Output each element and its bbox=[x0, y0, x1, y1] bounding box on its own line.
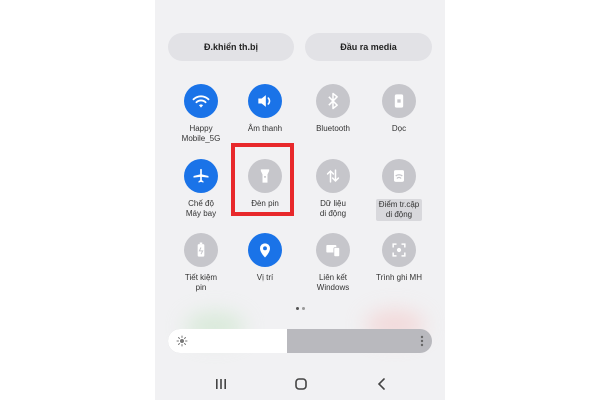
tile-wifi[interactable]: Happy Mobile_5G bbox=[166, 84, 236, 144]
battery-saver-icon bbox=[184, 233, 218, 267]
device-control-button[interactable]: Đ.khiển th.bị bbox=[168, 33, 294, 61]
wifi-icon bbox=[184, 84, 218, 118]
screen-recorder-icon bbox=[382, 233, 416, 267]
hotspot-icon bbox=[382, 159, 416, 193]
tile-portrait[interactable]: Dọc bbox=[364, 84, 434, 134]
page-dot bbox=[302, 307, 305, 310]
location-icon bbox=[248, 233, 282, 267]
page-dot bbox=[296, 307, 299, 310]
tile-sound[interactable]: Âm thanh bbox=[230, 84, 300, 134]
tile-label: Vị trí bbox=[256, 273, 274, 282]
device-control-label: Đ.khiển th.bị bbox=[204, 42, 258, 52]
tile-label: Tiết kiệm pin bbox=[184, 273, 218, 292]
tile-label: Chế độ Máy bay bbox=[185, 199, 217, 218]
tile-mobile-data[interactable]: Dữ liệu di động bbox=[298, 159, 368, 219]
link-windows-icon bbox=[316, 233, 350, 267]
home-icon[interactable] bbox=[293, 376, 309, 392]
bluetooth-icon bbox=[316, 84, 350, 118]
tile-label: Liên kết Windows bbox=[316, 273, 350, 292]
tile-location[interactable]: Vị trí bbox=[230, 233, 300, 283]
sun-icon bbox=[176, 335, 188, 347]
brightness-slider[interactable] bbox=[168, 329, 432, 353]
tile-screen-recorder[interactable]: Trình ghi MH bbox=[364, 233, 434, 283]
media-output-button[interactable]: Đầu ra media bbox=[305, 33, 432, 61]
tile-label: Bluetooth bbox=[316, 124, 350, 133]
mobile-data-icon bbox=[316, 159, 350, 193]
tile-label: Dọc bbox=[391, 124, 407, 133]
volume-icon bbox=[248, 84, 282, 118]
media-output-label: Đầu ra media bbox=[340, 42, 397, 52]
tile-label: Âm thanh bbox=[247, 124, 283, 133]
tile-label: Dữ liệu di động bbox=[319, 199, 347, 218]
tile-hotspot[interactable]: Điểm tr.cập di động bbox=[364, 159, 434, 222]
more-options-icon[interactable] bbox=[420, 335, 424, 347]
tile-airplane[interactable]: Chế độ Máy bay bbox=[166, 159, 236, 219]
airplane-icon bbox=[184, 159, 218, 193]
tile-battery-saver[interactable]: Tiết kiệm pin bbox=[166, 233, 236, 293]
tile-bluetooth[interactable]: Bluetooth bbox=[298, 84, 368, 134]
flashlight-highlight-box bbox=[231, 143, 294, 216]
tile-link-windows[interactable]: Liên kết Windows bbox=[298, 233, 368, 293]
tile-label: Điểm tr.cập di động bbox=[375, 199, 423, 221]
back-icon[interactable] bbox=[374, 376, 390, 392]
portrait-rotation-icon bbox=[382, 84, 416, 118]
page-indicator bbox=[296, 307, 305, 310]
navigation-bar bbox=[155, 372, 445, 396]
tile-label: Trình ghi MH bbox=[376, 273, 422, 282]
tile-label: Happy Mobile_5G bbox=[181, 124, 221, 143]
recent-apps-icon[interactable] bbox=[213, 376, 229, 392]
